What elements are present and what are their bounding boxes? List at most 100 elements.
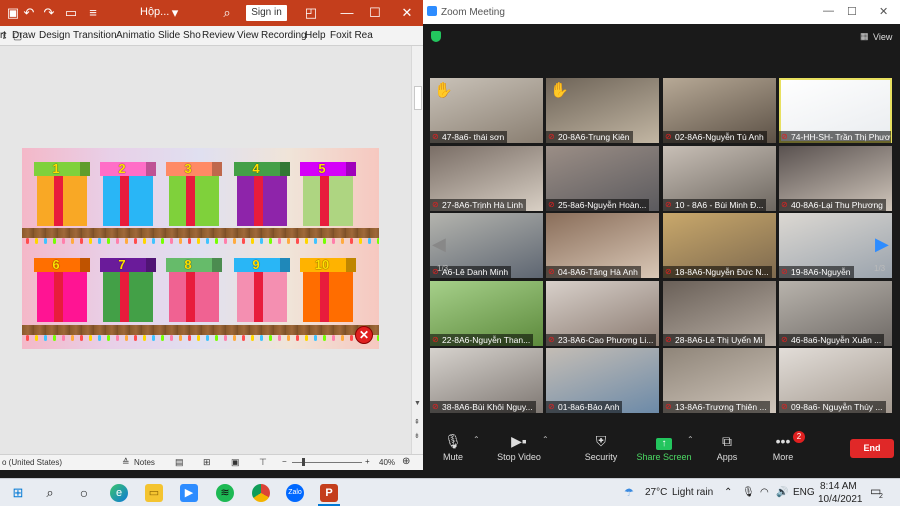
participant-tile[interactable]: ⊘ 38-8A6-Bùi Khôi Nguy... bbox=[430, 348, 543, 413]
file-explorer-icon[interactable]: ▭ bbox=[145, 484, 163, 502]
share-screen-button[interactable]: ↑ Share Screen bbox=[634, 433, 694, 462]
sign-in-button[interactable]: Sign in bbox=[246, 5, 287, 21]
zalo-icon[interactable]: Zalo bbox=[286, 484, 304, 502]
close-icon[interactable]: ✕ bbox=[879, 5, 888, 18]
tab-draw[interactable]: Draw bbox=[12, 30, 35, 41]
video-options-chevron-icon[interactable]: ⌃ bbox=[542, 435, 549, 444]
present-icon[interactable]: ▭ bbox=[62, 4, 80, 22]
end-meeting-button[interactable]: End bbox=[850, 439, 894, 458]
participant-tile[interactable]: ⊘ 10 - 8A6 - Bùi Minh Đ... bbox=[663, 146, 776, 211]
encryption-shield-icon[interactable] bbox=[431, 31, 441, 42]
scroll-thumb[interactable] bbox=[414, 86, 422, 110]
participant-tile[interactable]: ✋ ⊘ 20-8A6-Trung Kiên bbox=[546, 78, 659, 143]
participant-tile[interactable]: ⊘ 28-8A6-Lê Thị Uyển Mi bbox=[663, 281, 776, 346]
gift-box-6[interactable]: 6 bbox=[34, 258, 90, 322]
tab-help[interactable]: Help bbox=[305, 30, 326, 41]
undo-icon[interactable]: ↶ bbox=[20, 4, 38, 22]
chrome-icon[interactable] bbox=[252, 484, 270, 502]
language-status[interactable]: o (United States) bbox=[2, 458, 62, 467]
zoom-slider-thumb[interactable] bbox=[302, 458, 305, 466]
participant-tile[interactable]: ⊘ 04-8A6-Tăng Hà Anh bbox=[546, 213, 659, 278]
ribbon-display-icon[interactable]: ◰ bbox=[302, 4, 320, 22]
tab-transitions[interactable]: Transition bbox=[73, 30, 117, 41]
scroll-down-icon[interactable]: ▼ bbox=[414, 400, 421, 407]
slide-sorter-icon[interactable]: ⊞ bbox=[203, 457, 211, 468]
participant-tile[interactable]: ⊘ 18-8A6-Nguyễn Đức N... bbox=[663, 213, 776, 278]
language-indicator[interactable]: ENG bbox=[793, 487, 815, 498]
participant-tile[interactable]: ⊘ 02-8A6-Nguyễn Tú Anh bbox=[663, 78, 776, 143]
participant-tile[interactable]: ⊘ 13-8A6-Trương Thiên ... bbox=[663, 348, 776, 413]
customize-icon[interactable]: ≡ bbox=[84, 4, 102, 22]
participant-tile[interactable]: ⊘ 27-8A6-Trịnh Hà Linh bbox=[430, 146, 543, 211]
volume-icon[interactable]: 🔊 bbox=[776, 487, 788, 498]
gift-box-5[interactable]: 5 bbox=[300, 162, 356, 226]
notes-icon[interactable]: ≙ bbox=[122, 457, 130, 468]
gift-box-8[interactable]: 8 bbox=[166, 258, 222, 322]
search-icon[interactable]: ⌕ bbox=[218, 4, 236, 22]
gift-box-1[interactable]: 1 bbox=[34, 162, 90, 226]
participant-tile[interactable]: ⊘ 23-8A6-Cao Phương Li... bbox=[546, 281, 659, 346]
slideshow-icon[interactable]: ⊤ bbox=[259, 457, 267, 468]
security-button[interactable]: ⛨ Security bbox=[571, 433, 631, 462]
participant-tile[interactable]: ⊘ 09-8a6- Nguyễn Thúy ... bbox=[779, 348, 892, 413]
stop-video-button[interactable]: ▶▪ Stop Video bbox=[489, 433, 549, 462]
participant-tile[interactable]: ⊘ 22-8A6-Nguyễn Than... bbox=[430, 281, 543, 346]
maximize-icon[interactable]: ☐ bbox=[847, 5, 857, 18]
microphone-icon[interactable]: 🎙 bbox=[742, 487, 755, 498]
zoom-out-button[interactable]: − bbox=[282, 457, 287, 466]
tab-slide-show[interactable]: Slide Sho bbox=[158, 30, 201, 41]
clock-date[interactable]: 10/4/2021 bbox=[818, 494, 863, 505]
next-page-icon[interactable]: ▶ bbox=[875, 234, 889, 255]
clock-time[interactable]: 8:14 AM bbox=[820, 481, 857, 492]
participant-tile[interactable]: ⊘ 40-8A6-Lại Thu Phương bbox=[779, 146, 892, 211]
windows-start-icon[interactable]: ⊞ bbox=[9, 484, 27, 502]
slide-close-button[interactable]: ✕ bbox=[355, 326, 373, 344]
tab-animations[interactable]: Animatio bbox=[116, 30, 155, 41]
powerpoint-app-icon[interactable]: P bbox=[320, 484, 338, 502]
chevron-down-icon[interactable]: ▾ bbox=[166, 4, 184, 22]
gift-box-7[interactable]: 7 bbox=[100, 258, 156, 322]
previous-slide-icon[interactable]: ⇞ bbox=[414, 418, 420, 426]
gift-box-3[interactable]: 3 bbox=[166, 162, 222, 226]
spotify-icon[interactable]: ≋ bbox=[216, 484, 234, 502]
tray-overflow-icon[interactable]: ⌃ bbox=[724, 487, 732, 498]
audio-options-chevron-icon[interactable]: ⌃ bbox=[473, 435, 480, 444]
cortana-icon[interactable]: ○ bbox=[75, 484, 93, 502]
notes-button[interactable]: Notes bbox=[134, 458, 155, 467]
next-slide-icon[interactable]: ⇟ bbox=[414, 432, 420, 440]
view-button[interactable]: View bbox=[873, 32, 892, 42]
vertical-scrollbar[interactable]: ▼ ⇞ ⇟ bbox=[411, 46, 423, 454]
tab-view[interactable]: View bbox=[237, 30, 259, 41]
search-icon[interactable]: ⌕ bbox=[41, 484, 59, 502]
tab-recording[interactable]: Recording bbox=[261, 30, 307, 41]
minimize-icon[interactable]: — bbox=[823, 5, 834, 17]
edge-icon[interactable]: e bbox=[110, 484, 128, 502]
fit-to-window-icon[interactable]: ⊕ bbox=[402, 456, 410, 467]
previous-page-icon[interactable]: ◀ bbox=[432, 234, 446, 255]
apps-button[interactable]: ⧉ Apps bbox=[697, 433, 757, 462]
minimize-icon[interactable]: — bbox=[338, 4, 356, 22]
participant-tile[interactable]: ⊘ 74-HH-SH- Trần Thị Phươ bbox=[779, 78, 892, 143]
gift-box-4[interactable]: 4 bbox=[234, 162, 290, 226]
weather-temperature[interactable]: 27°C bbox=[645, 487, 667, 498]
view-grid-icon[interactable]: ▦ bbox=[860, 31, 869, 42]
gift-box-9[interactable]: 9 bbox=[234, 258, 290, 322]
participant-tile[interactable]: ✋ ⊘ 47-8a6- thái sơn bbox=[430, 78, 543, 143]
tab-insert[interactable]: rt bbox=[0, 30, 6, 41]
zoom-app-icon[interactable]: ▶ bbox=[180, 484, 198, 502]
tab-design[interactable]: Design bbox=[39, 30, 70, 41]
redo-icon[interactable]: ↷ bbox=[40, 4, 58, 22]
wifi-icon[interactable]: ◠ bbox=[760, 487, 769, 498]
reading-view-icon[interactable]: ▣ bbox=[231, 457, 240, 468]
weather-description[interactable]: Light rain bbox=[672, 487, 713, 498]
share-options-chevron-icon[interactable]: ⌃ bbox=[687, 435, 694, 444]
participant-tile[interactable]: ⊘ 25-8a6-Nguyễn Hoàn... bbox=[546, 146, 659, 211]
gift-box-10[interactable]: 10 bbox=[300, 258, 356, 322]
maximize-icon[interactable]: ☐ bbox=[366, 4, 384, 22]
gift-box-2[interactable]: 2 bbox=[100, 162, 156, 226]
document-title[interactable]: Hộp... bbox=[140, 6, 169, 18]
participant-tile[interactable]: ⊘ 01-8a6-Bảo Anh bbox=[546, 348, 659, 413]
tab-foxit-reader[interactable]: Foxit Rea bbox=[330, 30, 373, 41]
zoom-level[interactable]: 40% bbox=[379, 458, 395, 467]
tab-review[interactable]: Review bbox=[202, 30, 235, 41]
